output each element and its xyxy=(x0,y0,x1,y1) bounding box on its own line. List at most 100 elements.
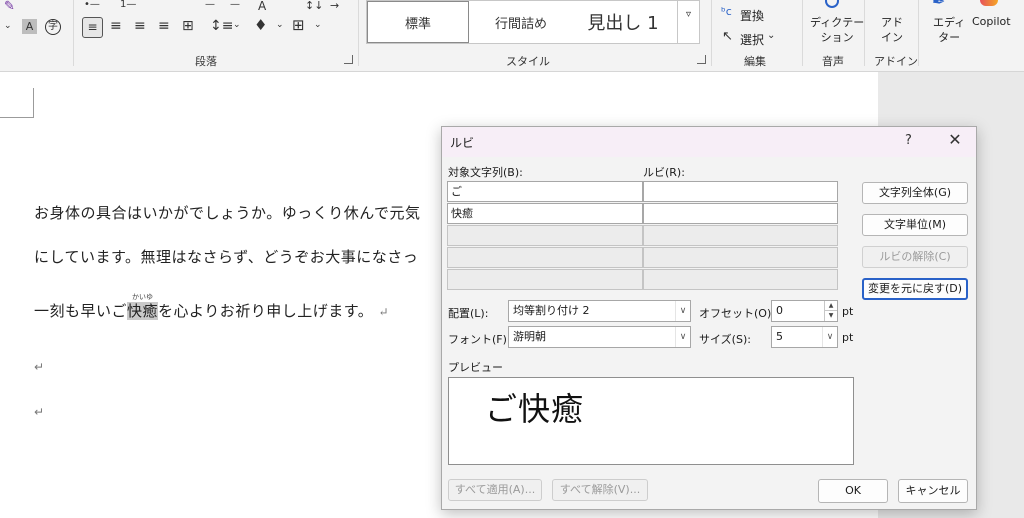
style-gallery: 標準 行間詰め 見出し 1 ▿ xyxy=(366,0,700,44)
microphone-icon[interactable] xyxy=(825,0,839,8)
ribbon: ✎ ⌄ A 字 •— 1— — — A ↕↓ → ≡ ≡ ≡ ≡ ⊞ ↕≡ ⌄ … xyxy=(0,0,1024,72)
apply-all-button[interactable]: すべて適用(A)... xyxy=(448,479,542,501)
char-shading-icon[interactable]: A xyxy=(22,19,37,34)
enclose-char-icon[interactable]: 字 xyxy=(45,19,61,35)
offset-spinner[interactable]: 0 ▲ ▼ xyxy=(771,300,838,322)
font-value: 游明朝 xyxy=(513,330,546,343)
ruby-field-5 xyxy=(643,269,838,290)
numbered-list-icon[interactable]: 1— xyxy=(120,0,136,10)
editor-button[interactable]: エディ ター xyxy=(933,15,965,45)
ribbon-separator xyxy=(802,0,803,66)
ribbon-separator xyxy=(864,0,865,66)
style-heading-1[interactable]: 見出し 1 xyxy=(573,1,673,43)
size-value: 5 xyxy=(776,330,783,343)
select-button[interactable]: 選択 xyxy=(740,31,764,48)
styles-launcher-icon[interactable] xyxy=(697,55,706,64)
group-label-paragraph: 段落 xyxy=(195,55,217,68)
justify-icon[interactable]: ≡ xyxy=(158,19,170,33)
ruby-field-4 xyxy=(643,247,838,268)
chevron-down-icon[interactable]: ⌄ xyxy=(276,21,284,30)
spinner-buttons[interactable]: ▲ ▼ xyxy=(824,301,837,321)
pencil-icon[interactable]: ✎ xyxy=(4,0,15,13)
preview-label: プレビュー xyxy=(448,361,503,374)
ribbon-separator xyxy=(358,0,359,66)
ribbon-separator xyxy=(73,0,74,66)
ruby-dialog: ルビ ? ✕ 対象文字列(B): ルビ(R): ご 快癒 文字列全体(G) 文字… xyxy=(441,126,977,510)
replace-icon[interactable]: ᵇc xyxy=(721,6,732,17)
replace-button[interactable]: 置換 xyxy=(740,7,764,24)
document-line-2[interactable]: にしています。無理はなさらず、どうぞお大事になさっ xyxy=(34,246,418,267)
distributed-icon[interactable]: ⊞ xyxy=(182,19,194,33)
ruby-field-3 xyxy=(643,225,838,246)
ribbon-separator xyxy=(918,0,919,66)
alignment-value: 均等割り付け 2 xyxy=(513,304,590,317)
align-center-icon[interactable]: ≡ xyxy=(110,19,122,33)
chevron-down-icon[interactable]: ∨ xyxy=(675,327,690,347)
copilot-button[interactable]: Copilot xyxy=(972,15,1011,28)
ok-button[interactable]: OK xyxy=(818,479,888,503)
chevron-down-icon[interactable]: ⌄ xyxy=(314,21,322,30)
help-icon[interactable]: ? xyxy=(905,133,912,148)
style-normal[interactable]: 標準 xyxy=(367,1,469,43)
chevron-down-icon[interactable]: ∨ xyxy=(675,301,690,321)
paragraph-mark-icon: ↵ xyxy=(34,405,45,419)
group-label-voice: 音声 xyxy=(822,55,844,68)
align-right-icon[interactable]: ≡ xyxy=(134,19,146,33)
size-select[interactable]: 5 ∨ xyxy=(771,326,838,348)
clear-all-button[interactable]: すべて解除(V)... xyxy=(552,479,648,501)
ribbon-separator xyxy=(711,0,712,66)
decrease-indent-icon[interactable]: — xyxy=(205,0,215,10)
font-select[interactable]: 游明朝 ∨ xyxy=(508,326,691,348)
highlighted-word: 快癒 xyxy=(127,302,159,320)
preview-text: ご快癒 xyxy=(485,390,585,428)
show-marks-icon[interactable]: → xyxy=(330,0,339,11)
align-left-icon[interactable]: ≡ xyxy=(82,17,103,38)
target-field-2[interactable]: 快癒 xyxy=(447,203,643,224)
chevron-down-icon[interactable]: ⌄ xyxy=(4,22,12,31)
ruby-field-1[interactable] xyxy=(643,181,838,202)
addin-button[interactable]: アド イン xyxy=(881,15,903,45)
target-field-1[interactable]: ご xyxy=(447,181,643,202)
line3-before-text: 一刻も早いご xyxy=(34,302,128,320)
per-character-button[interactable]: 文字単位(M) xyxy=(862,214,968,236)
dictation-button[interactable]: ディクテー ション xyxy=(810,15,864,45)
spin-down-icon[interactable]: ▼ xyxy=(825,311,837,321)
editor-pen-icon[interactable]: ✒ xyxy=(932,0,945,10)
ruby-field-2[interactable] xyxy=(643,203,838,224)
paragraph-launcher-icon[interactable] xyxy=(344,55,353,64)
group-label-editing: 編集 xyxy=(744,55,766,68)
offset-unit: pt xyxy=(842,305,854,318)
group-label-addin: アドイン xyxy=(874,55,918,68)
close-icon[interactable]: ✕ xyxy=(942,130,968,152)
bullet-list-icon[interactable]: •— xyxy=(84,0,100,10)
spin-up-icon[interactable]: ▲ xyxy=(825,301,837,311)
whole-string-button[interactable]: 文字列全体(G) xyxy=(862,182,968,204)
chevron-down-icon[interactable]: ⌄ xyxy=(233,21,241,30)
line3-after-text: を心よりお祈り申し上げます。 xyxy=(158,302,374,320)
ruby-button-icon[interactable]: A xyxy=(258,0,266,12)
dialog-titlebar[interactable]: ルビ ? ✕ xyxy=(442,127,976,157)
dialog-title: ルビ xyxy=(450,136,475,150)
revert-changes-button[interactable]: 変更を元に戻す(D) xyxy=(862,278,968,300)
sort-icon[interactable]: ↕↓ xyxy=(305,0,323,11)
style-gallery-more-icon[interactable]: ▿ xyxy=(677,1,699,43)
document-line-3[interactable]: 一刻も早いご かいゆ 快癒を心よりお祈り申し上げます。 ↵ xyxy=(34,293,389,321)
selected-ruby-text[interactable]: かいゆ 快癒 xyxy=(127,293,159,320)
remove-ruby-button[interactable]: ルビの解除(C) xyxy=(862,246,968,268)
style-no-spacing[interactable]: 行間詰め xyxy=(471,1,571,43)
alignment-select[interactable]: 均等割り付け 2 ∨ xyxy=(508,300,691,322)
copilot-icon[interactable] xyxy=(980,0,998,6)
alignment-label: 配置(L): xyxy=(448,307,489,320)
document-line-1[interactable]: お身体の具合はいかがでしょうか。ゆっくり休んで元気 xyxy=(34,202,420,223)
chevron-down-icon[interactable]: ⌄ xyxy=(767,31,775,41)
ruby-text: かいゆ xyxy=(132,293,154,301)
cancel-button[interactable]: キャンセル xyxy=(898,479,968,503)
select-cursor-icon[interactable]: ↖ xyxy=(722,30,733,43)
increase-indent-icon[interactable]: — xyxy=(230,0,240,10)
target-field-4 xyxy=(447,247,643,268)
ruby-label: ルビ(R): xyxy=(643,166,685,179)
line-spacing-icon[interactable]: ↕≡ xyxy=(210,19,233,33)
paint-bucket-icon[interactable]: ♦ xyxy=(254,18,267,33)
chevron-down-icon[interactable]: ∨ xyxy=(822,327,837,347)
borders-icon[interactable]: ⊞ xyxy=(292,18,305,33)
